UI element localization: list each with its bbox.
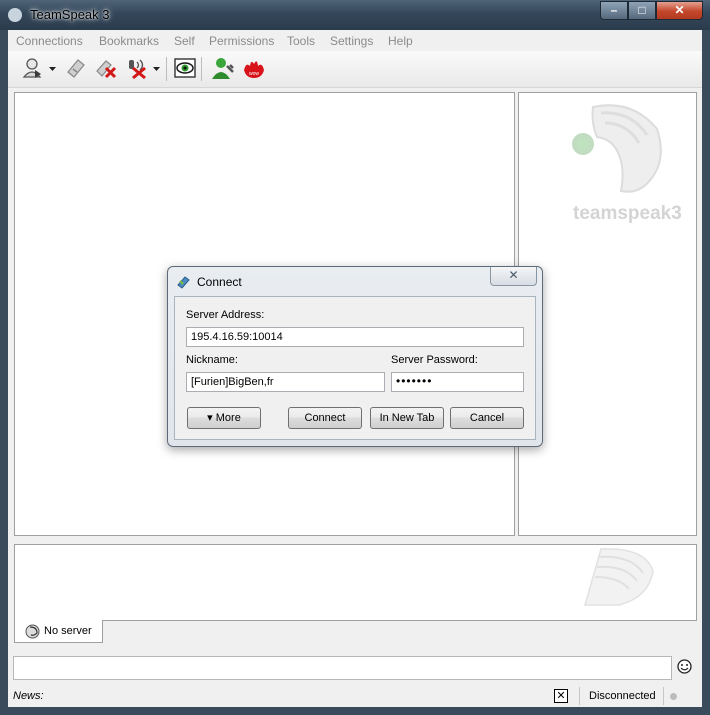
menu-connections[interactable]: Connections bbox=[16, 34, 83, 48]
server-info-panel: teamspeak3 bbox=[518, 92, 697, 536]
dialog-close-button[interactable]: ✕ bbox=[490, 267, 537, 286]
close-window-button[interactable]: ✕ bbox=[656, 1, 703, 20]
tab-no-server[interactable]: No server bbox=[14, 620, 103, 643]
contacts-icon[interactable] bbox=[211, 56, 235, 80]
teamspeak-icon bbox=[25, 624, 40, 639]
connect-icon bbox=[177, 276, 190, 289]
teamspeak-window: TeamSpeak 3 – □ ✕ Connections Bookmarks … bbox=[0, 0, 710, 715]
news-label: News: bbox=[13, 690, 44, 702]
server-password-label: Server Password: bbox=[391, 354, 478, 366]
away-icon[interactable] bbox=[173, 56, 197, 80]
nickname-input[interactable]: [Furien]BigBen,fr bbox=[186, 372, 385, 392]
dialog-title: Connect bbox=[197, 275, 242, 289]
status-separator bbox=[579, 687, 580, 705]
menu-settings[interactable]: Settings bbox=[330, 34, 373, 48]
menu-bar: Connections Bookmarks Self Permissions T… bbox=[8, 30, 702, 51]
disconnect-all-icon[interactable] bbox=[94, 56, 118, 80]
dialog-body: Server Address: 195.4.16.59:10014 Nickna… bbox=[174, 296, 536, 440]
in-new-tab-button[interactable]: In New Tab bbox=[370, 407, 444, 429]
status-separator bbox=[663, 687, 664, 705]
server-password-input[interactable]: ••••••• bbox=[391, 372, 524, 392]
toolbar-separator bbox=[201, 57, 202, 81]
server-address-label: Server Address: bbox=[186, 309, 265, 321]
disconnect-icon[interactable] bbox=[64, 56, 88, 80]
status-bar: News: ✕ Disconnected bbox=[8, 685, 702, 707]
connect-button[interactable]: Connect bbox=[288, 407, 362, 429]
mute-microphone-icon[interactable] bbox=[125, 56, 149, 80]
status-indicator-icon bbox=[670, 693, 677, 700]
menu-bookmarks[interactable]: Bookmarks bbox=[99, 34, 159, 48]
close-news-icon[interactable]: ✕ bbox=[554, 689, 568, 703]
menu-tools[interactable]: Tools bbox=[287, 34, 315, 48]
connection-status: Disconnected bbox=[589, 690, 656, 702]
title-bar[interactable]: TeamSpeak 3 – □ ✕ bbox=[0, 0, 710, 30]
connect-dialog: Connect ✕ Server Address: 195.4.16.59:10… bbox=[167, 266, 543, 447]
server-address-input[interactable]: 195.4.16.59:10014 bbox=[186, 327, 524, 347]
kill-icon[interactable]: wow bbox=[242, 56, 266, 80]
logo-text: teamspeak3 bbox=[573, 203, 682, 224]
teamspeak-app-icon bbox=[8, 8, 22, 22]
toolbar: wow bbox=[8, 51, 702, 88]
more-button[interactable]: ▾ More bbox=[187, 407, 261, 429]
menu-self[interactable]: Self bbox=[174, 34, 195, 48]
svg-text:wow: wow bbox=[249, 71, 259, 77]
cancel-button[interactable]: Cancel bbox=[450, 407, 524, 429]
teamspeak-watermark-icon bbox=[584, 548, 654, 606]
chat-log-panel[interactable] bbox=[14, 544, 697, 621]
window-title: TeamSpeak 3 bbox=[30, 7, 110, 22]
maximize-button[interactable]: □ bbox=[628, 1, 656, 20]
minimize-button[interactable]: – bbox=[600, 1, 628, 20]
nickname-label: Nickname: bbox=[186, 354, 238, 366]
chat-input[interactable] bbox=[13, 656, 672, 680]
tab-label: No server bbox=[44, 625, 92, 637]
dropdown-arrow-icon[interactable] bbox=[152, 56, 162, 80]
dropdown-arrow-icon[interactable] bbox=[48, 56, 58, 80]
menu-help[interactable]: Help bbox=[388, 34, 413, 48]
toolbar-separator bbox=[166, 57, 167, 81]
menu-permissions[interactable]: Permissions bbox=[209, 34, 274, 48]
smiley-icon[interactable] bbox=[677, 659, 692, 674]
connect-icon[interactable] bbox=[21, 56, 45, 80]
